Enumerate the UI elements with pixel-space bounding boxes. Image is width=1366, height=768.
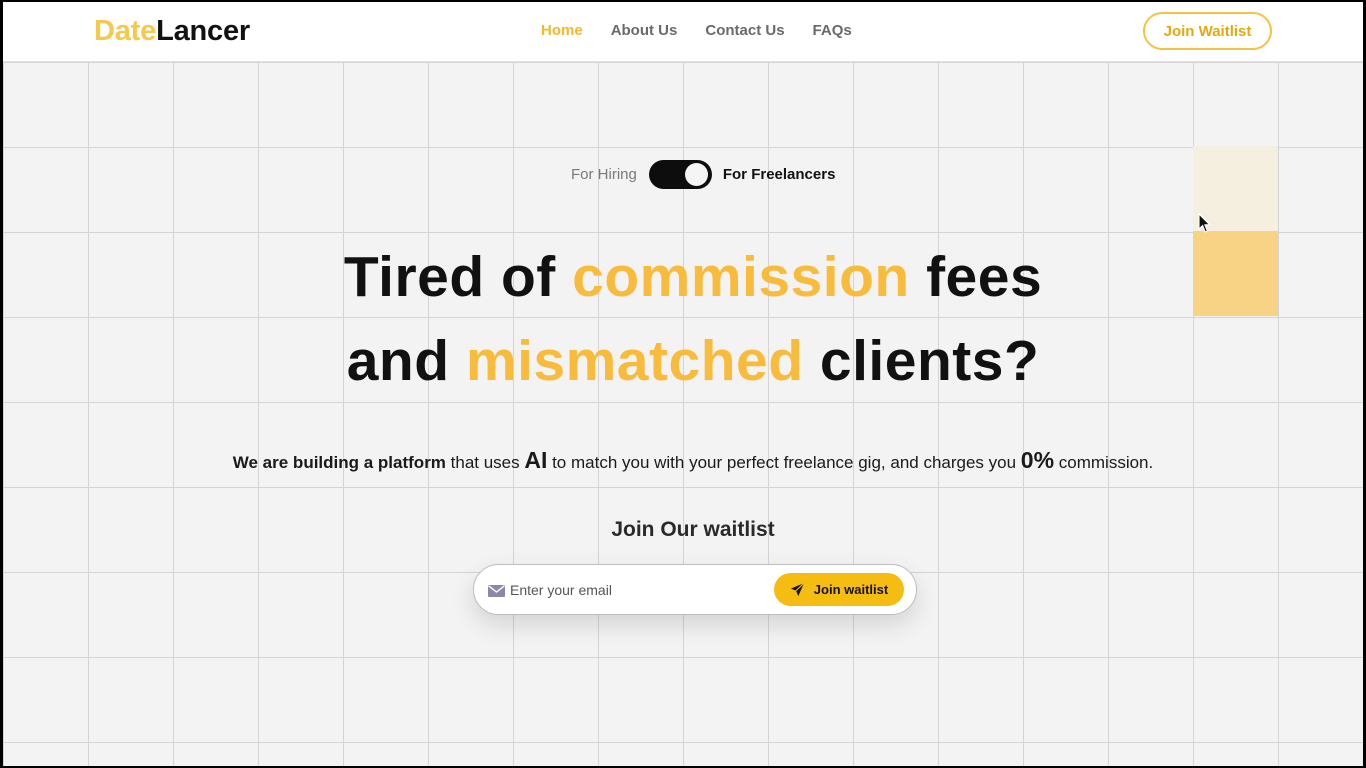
join-waitlist-submit-label: Join waitlist — [813, 582, 889, 597]
logo-part-date: Date — [94, 15, 157, 47]
nav-link-about-us[interactable]: About Us — [611, 22, 678, 39]
nav-link-faqs[interactable]: FAQs — [813, 22, 852, 39]
hero-line1-pre: Tired of — [343, 245, 573, 309]
join-waitlist-submit-button[interactable]: Join waitlist — [774, 573, 904, 606]
mail-icon — [488, 584, 505, 602]
waitlist-heading: Join Our waitlist — [611, 518, 775, 541]
audience-toggle-switch[interactable] — [648, 159, 712, 189]
subtitle-match: to match you with your perfect freelance… — [547, 453, 1021, 472]
brand-logo[interactable]: DateLancer — [94, 15, 250, 48]
subtitle-commission: commission. — [1054, 453, 1154, 472]
audience-toggle: For Hiring For Freelancers — [571, 159, 835, 189]
hero-line2-post: clients? — [803, 329, 1040, 393]
subtitle-ai: AI — [524, 447, 548, 473]
subtitle-uses: that uses — [445, 453, 525, 472]
paper-plane-icon — [790, 582, 805, 597]
navbar: DateLancer Home About Us Contact Us FAQs… — [3, 2, 1363, 62]
hero-line1-post: fees — [909, 245, 1043, 309]
page-frame: DateLancer Home About Us Contact Us FAQs… — [3, 2, 1363, 766]
toggle-label-freelancers[interactable]: For Freelancers — [723, 166, 836, 183]
logo-part-lancer: Lancer — [156, 15, 250, 47]
toggle-knob — [684, 162, 708, 186]
nav-link-contact-us[interactable]: Contact Us — [705, 22, 784, 39]
subtitle-platform: We are building a platform — [232, 453, 446, 472]
hero-subtitle: We are building a platform that uses AI … — [103, 447, 1283, 474]
toggle-label-hiring[interactable]: For Hiring — [571, 166, 637, 183]
nav-link-home[interactable]: Home — [541, 22, 583, 39]
highlighted-grid-cell-dark — [1193, 231, 1278, 316]
nav-links: Home About Us Contact Us FAQs — [541, 22, 852, 39]
waitlist-form: Join waitlist — [473, 564, 917, 615]
subtitle-zero-percent: 0% — [1020, 447, 1055, 473]
hero-line2-pre: and — [346, 329, 466, 393]
hero-title: Tired of commission fees and mismatched … — [203, 235, 1183, 403]
join-waitlist-nav-button[interactable]: Join Waitlist — [1143, 12, 1272, 50]
hero-highlight-commission: commission — [572, 245, 910, 309]
email-input[interactable] — [510, 578, 760, 602]
hero-highlight-mismatched: mismatched — [465, 329, 804, 393]
mouse-pointer-icon — [1198, 212, 1212, 239]
